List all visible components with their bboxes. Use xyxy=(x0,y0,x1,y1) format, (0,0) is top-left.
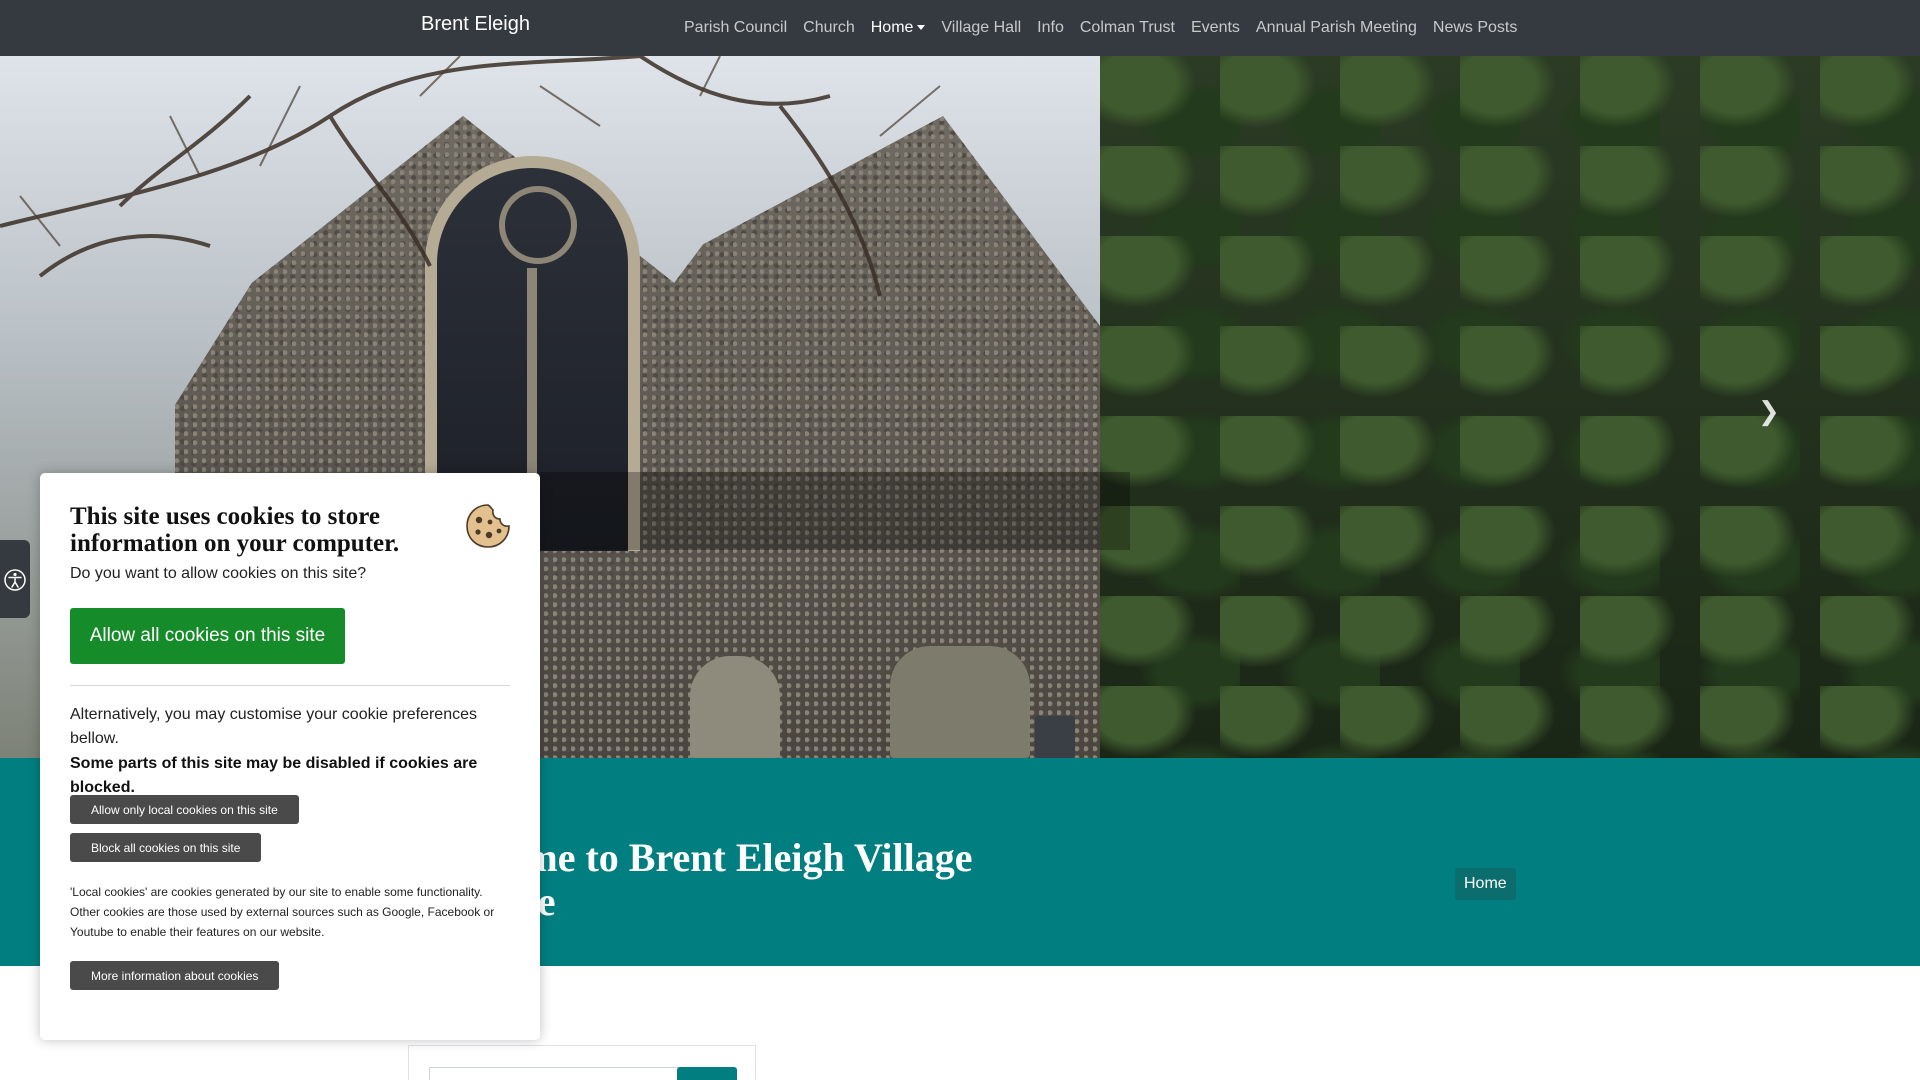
block-all-cookies-button[interactable]: Block all cookies on this site xyxy=(70,833,262,862)
cookie-warning-text: Some parts of this site may be disabled … xyxy=(70,755,478,796)
allow-all-cookies-button[interactable]: Allow all cookies on this site xyxy=(70,608,345,664)
breadcrumb-home[interactable]: Home xyxy=(1455,868,1516,900)
cookie-explanation-text: 'Local cookies' are cookies generated by… xyxy=(70,885,495,939)
accessibility-icon xyxy=(4,569,26,591)
gravestone xyxy=(690,656,780,758)
nav-home-dropdown[interactable]: Home xyxy=(863,19,934,37)
nav-events[interactable]: Events xyxy=(1183,19,1248,37)
nav-church[interactable]: Church xyxy=(795,19,863,37)
divider xyxy=(70,685,510,686)
nav-annual-parish-meeting[interactable]: Annual Parish Meeting xyxy=(1248,19,1425,37)
main-nav: Parish Council Church Home Village Hall … xyxy=(676,0,1525,56)
carousel-caption-band xyxy=(540,472,1130,550)
tree-branches xyxy=(0,56,941,297)
top-navbar: Brent Eleigh Parish Council Church Home … xyxy=(0,0,1920,56)
accessibility-tab[interactable] xyxy=(0,540,30,618)
gravestone xyxy=(1035,716,1075,758)
search-card xyxy=(408,1045,756,1080)
nav-news-posts[interactable]: News Posts xyxy=(1425,19,1525,37)
caret-down-icon xyxy=(917,25,926,31)
cookie-consent-dialog: This site uses cookies to store informat… xyxy=(40,473,540,1040)
search-button[interactable] xyxy=(677,1067,737,1080)
allow-local-cookies-button[interactable]: Allow only local cookies on this site xyxy=(70,795,299,824)
gravestone xyxy=(890,646,1030,758)
cookie-icon xyxy=(466,504,510,548)
nav-village-hall[interactable]: Village Hall xyxy=(933,19,1029,37)
nav-info[interactable]: Info xyxy=(1029,19,1072,37)
cookie-question: Do you want to allow cookies on this sit… xyxy=(70,565,367,582)
cookie-alternative-text: Alternatively, you may customise your co… xyxy=(70,706,477,747)
nav-colman-trust[interactable]: Colman Trust xyxy=(1072,19,1183,37)
site-brand[interactable]: Brent Eleigh xyxy=(421,13,530,36)
more-cookie-info-button[interactable]: More information about cookies xyxy=(70,961,280,990)
chevron-right-icon[interactable]: ❯ xyxy=(1758,396,1780,427)
nav-home-label: Home xyxy=(870,19,914,36)
search-input[interactable] xyxy=(429,1067,687,1080)
nav-parish-council[interactable]: Parish Council xyxy=(676,19,795,37)
cookie-title: This site uses cookies to store informat… xyxy=(70,503,400,557)
